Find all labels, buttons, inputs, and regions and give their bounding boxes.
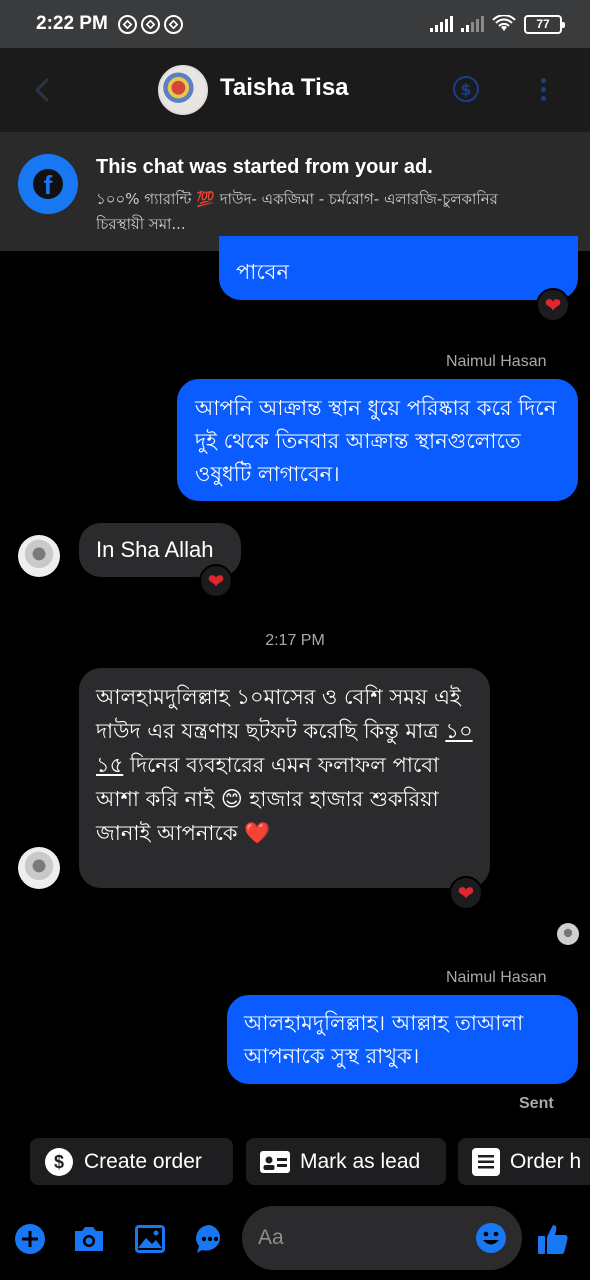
incoming-message[interactable]: আলহামদুলিল্লাহ ১০মাসের ও বেশি সময় এই দা… [79, 668, 490, 888]
contact-avatar-small[interactable] [18, 535, 60, 577]
message-input[interactable]: Aa [242, 1206, 522, 1270]
create-order-chip[interactable]: $ Create order [30, 1138, 233, 1185]
message-text: আলহামদুলিল্লাহ। আল্লাহ তাআলা আপনাকে সুস্… [244, 1011, 524, 1068]
sent-status: Sent [519, 1095, 554, 1112]
chip-label: Order h [510, 1149, 582, 1173]
message-text-part: আলহামদুলিল্লাহ ১০মাসের ও বেশি সময় এই দা… [96, 685, 461, 743]
outgoing-message[interactable]: আপনি আক্রান্ত স্থান ধুয়ে পরিষ্কার করে দ… [177, 379, 578, 501]
chat-icon[interactable] [193, 1222, 227, 1256]
signal-icon [461, 16, 484, 32]
chat-header: Taisha Tisa $ [0, 48, 590, 132]
contact-avatar[interactable] [158, 65, 208, 115]
reaction-badge[interactable]: ❤ [449, 876, 483, 910]
battery-icon: 77 [524, 14, 565, 34]
sender-name: Naimul Hasan [446, 969, 547, 986]
contact-name[interactable]: Taisha Tisa [220, 74, 349, 102]
emoji-icon[interactable] [475, 1222, 507, 1258]
id-card-icon [260, 1147, 290, 1177]
heart-icon: ❤ [544, 293, 562, 317]
wifi-icon [492, 15, 516, 31]
signal-icon [430, 16, 453, 32]
sync-icon [140, 14, 160, 34]
facebook-icon: f [18, 154, 78, 214]
heart-icon: ❤ [207, 569, 225, 593]
sync-icon [117, 14, 137, 34]
composer-bar: Aa [0, 1200, 590, 1280]
dollar-icon[interactable]: $ [453, 76, 479, 102]
camera-icon[interactable] [72, 1222, 106, 1256]
outgoing-message[interactable]: পাবেন [219, 236, 578, 300]
status-bar: 2:22 PM 77 [0, 0, 590, 48]
read-receipt-avatar [557, 923, 579, 945]
reaction-badge[interactable]: ❤ [199, 564, 233, 598]
message-text: আপনি আক্রান্ত স্থান ধুয়ে পরিষ্কার করে দ… [195, 396, 557, 486]
ad-subtitle: ১০০% গ্যারান্টি 💯 দাউদ- একজিমা - চর্মরোগ… [96, 190, 498, 233]
like-icon[interactable] [536, 1222, 570, 1256]
image-icon[interactable] [133, 1222, 167, 1256]
timestamp-separator: 2:17 PM [265, 632, 325, 649]
more-icon[interactable] [541, 78, 546, 101]
back-icon[interactable] [32, 76, 54, 104]
mark-as-lead-chip[interactable]: Mark as lead [246, 1138, 446, 1185]
chip-label: Create order [84, 1149, 202, 1173]
ad-title: This chat was started from your ad. [96, 156, 433, 178]
outgoing-message[interactable]: আলহামদুলিল্লাহ। আল্লাহ তাআলা আপনাকে সুস্… [227, 995, 578, 1084]
message-input-placeholder: Aa [258, 1226, 284, 1249]
battery-level: 77 [536, 17, 550, 31]
status-time: 2:22 PM [36, 13, 108, 34]
plus-icon[interactable] [13, 1222, 47, 1256]
sender-name: Naimul Hasan [446, 353, 547, 370]
order-history-chip[interactable]: Order h [458, 1138, 590, 1185]
sync-icon [163, 14, 183, 34]
message-text: আলহামদুলিল্লাহ ১০মাসের ও বেশি সময় এই দা… [96, 680, 473, 850]
heart-icon: ❤ [457, 881, 475, 905]
message-text: In Sha Allah [96, 537, 214, 562]
list-icon [472, 1147, 500, 1177]
reaction-badge[interactable]: ❤ [536, 288, 570, 322]
message-text: পাবেন [236, 260, 290, 284]
dollar-circle-icon: $ [44, 1147, 74, 1177]
contact-avatar-small[interactable] [18, 847, 60, 889]
svg-text:$: $ [54, 1152, 64, 1172]
message-text-part: দিনের ব্যবহারের এমন ফলাফল পাবো আশা করি ন… [96, 753, 440, 845]
chip-label: Mark as lead [300, 1149, 421, 1173]
ad-banner[interactable]: f This chat was started from your ad. ১০… [0, 132, 590, 251]
